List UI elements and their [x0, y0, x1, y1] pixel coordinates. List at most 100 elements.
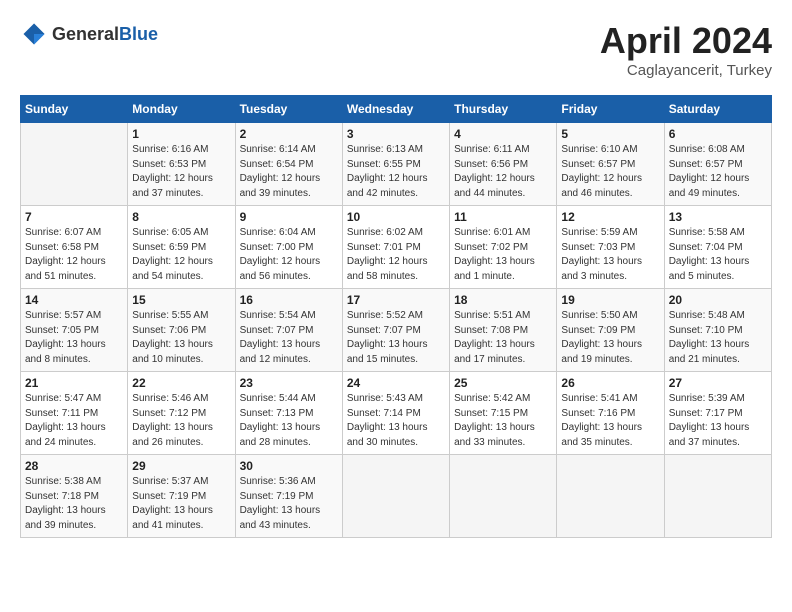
- day-info: Sunrise: 6:01 AM Sunset: 7:02 PM Dayligh…: [454, 226, 552, 284]
- day-info: Sunrise: 5:57 AM Sunset: 7:05 PM Dayligh…: [25, 309, 123, 367]
- calendar-cell: 15 Sunrise: 5:55 AM Sunset: 7:06 PM Dayli…: [128, 289, 235, 372]
- calendar-cell: 28 Sunrise: 5:38 AM Sunset: 7:18 PM Dayli…: [21, 455, 128, 538]
- day-info: Sunrise: 6:14 AM Sunset: 6:54 PM Dayligh…: [240, 143, 338, 201]
- day-number: 17: [347, 293, 445, 307]
- day-info: Sunrise: 5:43 AM Sunset: 7:14 PM Dayligh…: [347, 392, 445, 450]
- weekday-header-cell: Tuesday: [235, 96, 342, 123]
- weekday-header-cell: Thursday: [450, 96, 557, 123]
- day-info: Sunrise: 5:55 AM Sunset: 7:06 PM Dayligh…: [132, 309, 230, 367]
- calendar-cell: 3Sunrise: 6:13 AM Sunset: 6:55 PM Daylig…: [342, 123, 449, 206]
- day-number: 3: [347, 127, 445, 141]
- day-info: Sunrise: 6:16 AM Sunset: 6:53 PM Dayligh…: [132, 143, 230, 201]
- calendar-cell: 23 Sunrise: 5:44 AM Sunset: 7:13 PM Dayli…: [235, 372, 342, 455]
- calendar-cell: 4 Sunrise: 6:11 AM Sunset: 6:56 PM Daylig…: [450, 123, 557, 206]
- calendar-week-row: 28 Sunrise: 5:38 AM Sunset: 7:18 PM Dayli…: [21, 455, 772, 538]
- day-number: 29: [132, 459, 230, 473]
- calendar-cell: 9Sunrise: 6:04 AM Sunset: 7:00 PM Daylig…: [235, 206, 342, 289]
- calendar-cell: 8Sunrise: 6:05 AM Sunset: 6:59 PM Daylig…: [128, 206, 235, 289]
- day-info: Sunrise: 5:51 AM Sunset: 7:08 PM Dayligh…: [454, 309, 552, 367]
- calendar-cell: 5 Sunrise: 6:10 AM Sunset: 6:57 PM Daylig…: [557, 123, 664, 206]
- day-number: 13: [669, 210, 767, 224]
- day-info: Sunrise: 5:37 AM Sunset: 7:19 PM Dayligh…: [132, 475, 230, 533]
- day-number: 4: [454, 127, 552, 141]
- day-number: 21: [25, 376, 123, 390]
- day-info: Sunrise: 5:46 AM Sunset: 7:12 PM Dayligh…: [132, 392, 230, 450]
- day-number: 22: [132, 376, 230, 390]
- calendar-cell: 13 Sunrise: 5:58 AM Sunset: 7:04 PM Dayli…: [664, 206, 771, 289]
- day-info: Sunrise: 5:38 AM Sunset: 7:18 PM Dayligh…: [25, 475, 123, 533]
- day-number: 11: [454, 210, 552, 224]
- calendar-cell: 25Sunrise: 5:42 AM Sunset: 7:15 PM Dayli…: [450, 372, 557, 455]
- logo-text-general: General: [52, 24, 119, 44]
- calendar-cell: [557, 455, 664, 538]
- day-info: Sunrise: 5:41 AM Sunset: 7:16 PM Dayligh…: [561, 392, 659, 450]
- calendar-cell: 19Sunrise: 5:50 AM Sunset: 7:09 PM Dayli…: [557, 289, 664, 372]
- day-info: Sunrise: 5:44 AM Sunset: 7:13 PM Dayligh…: [240, 392, 338, 450]
- day-number: 5: [561, 127, 659, 141]
- day-number: 16: [240, 293, 338, 307]
- calendar-cell: 22 Sunrise: 5:46 AM Sunset: 7:12 PM Dayli…: [128, 372, 235, 455]
- day-number: 1: [132, 127, 230, 141]
- day-info: Sunrise: 6:04 AM Sunset: 7:00 PM Dayligh…: [240, 226, 338, 284]
- day-info: Sunrise: 5:36 AM Sunset: 7:19 PM Dayligh…: [240, 475, 338, 533]
- calendar-cell: 2 Sunrise: 6:14 AM Sunset: 6:54 PM Daylig…: [235, 123, 342, 206]
- calendar-cell: 20 Sunrise: 5:48 AM Sunset: 7:10 PM Dayli…: [664, 289, 771, 372]
- day-info: Sunrise: 5:48 AM Sunset: 7:10 PM Dayligh…: [669, 309, 767, 367]
- calendar-week-row: 7Sunrise: 6:07 AM Sunset: 6:58 PM Daylig…: [21, 206, 772, 289]
- calendar-cell: 24 Sunrise: 5:43 AM Sunset: 7:14 PM Dayli…: [342, 372, 449, 455]
- day-number: 26: [561, 376, 659, 390]
- day-number: 24: [347, 376, 445, 390]
- weekday-header-cell: Wednesday: [342, 96, 449, 123]
- calendar-cell: 11 Sunrise: 6:01 AM Sunset: 7:02 PM Dayli…: [450, 206, 557, 289]
- day-number: 6: [669, 127, 767, 141]
- calendar-cell: 1 Sunrise: 6:16 AM Sunset: 6:53 PM Daylig…: [128, 123, 235, 206]
- day-number: 28: [25, 459, 123, 473]
- calendar-week-row: 1 Sunrise: 6:16 AM Sunset: 6:53 PM Daylig…: [21, 123, 772, 206]
- day-number: 19: [561, 293, 659, 307]
- weekday-header-cell: Saturday: [664, 96, 771, 123]
- calendar-cell: [450, 455, 557, 538]
- day-number: 14: [25, 293, 123, 307]
- calendar-cell: 16 Sunrise: 5:54 AM Sunset: 7:07 PM Dayli…: [235, 289, 342, 372]
- weekday-header-cell: Sunday: [21, 96, 128, 123]
- logo-text-blue: Blue: [119, 24, 158, 44]
- calendar-cell: 27 Sunrise: 5:39 AM Sunset: 7:17 PM Dayli…: [664, 372, 771, 455]
- calendar-cell: 14 Sunrise: 5:57 AM Sunset: 7:05 PM Dayli…: [21, 289, 128, 372]
- calendar-body: 1 Sunrise: 6:16 AM Sunset: 6:53 PM Daylig…: [21, 123, 772, 538]
- title-area: April 2024 Caglayancerit, Turkey: [600, 20, 772, 79]
- day-number: 23: [240, 376, 338, 390]
- day-info: Sunrise: 5:59 AM Sunset: 7:03 PM Dayligh…: [561, 226, 659, 284]
- day-info: Sunrise: 5:52 AM Sunset: 7:07 PM Dayligh…: [347, 309, 445, 367]
- day-info: Sunrise: 6:10 AM Sunset: 6:57 PM Dayligh…: [561, 143, 659, 201]
- day-info: Sunrise: 5:47 AM Sunset: 7:11 PM Dayligh…: [25, 392, 123, 450]
- day-number: 10: [347, 210, 445, 224]
- logo: GeneralBlue: [20, 20, 158, 48]
- day-number: 20: [669, 293, 767, 307]
- day-info: Sunrise: 5:42 AM Sunset: 7:15 PM Dayligh…: [454, 392, 552, 450]
- day-number: 8: [132, 210, 230, 224]
- calendar-title: April 2024: [600, 20, 772, 62]
- day-info: Sunrise: 6:07 AM Sunset: 6:58 PM Dayligh…: [25, 226, 123, 284]
- calendar-week-row: 14 Sunrise: 5:57 AM Sunset: 7:05 PM Dayli…: [21, 289, 772, 372]
- day-number: 27: [669, 376, 767, 390]
- day-info: Sunrise: 6:11 AM Sunset: 6:56 PM Dayligh…: [454, 143, 552, 201]
- calendar-subtitle: Caglayancerit, Turkey: [600, 62, 772, 79]
- day-number: 15: [132, 293, 230, 307]
- calendar-cell: 17 Sunrise: 5:52 AM Sunset: 7:07 PM Dayli…: [342, 289, 449, 372]
- day-info: Sunrise: 5:58 AM Sunset: 7:04 PM Dayligh…: [669, 226, 767, 284]
- day-number: 12: [561, 210, 659, 224]
- day-info: Sunrise: 6:02 AM Sunset: 7:01 PM Dayligh…: [347, 226, 445, 284]
- calendar-cell: 10 Sunrise: 6:02 AM Sunset: 7:01 PM Dayli…: [342, 206, 449, 289]
- calendar-cell: 18Sunrise: 5:51 AM Sunset: 7:08 PM Dayli…: [450, 289, 557, 372]
- calendar-cell: [342, 455, 449, 538]
- calendar-cell: [664, 455, 771, 538]
- day-info: Sunrise: 5:39 AM Sunset: 7:17 PM Dayligh…: [669, 392, 767, 450]
- calendar-cell: 29 Sunrise: 5:37 AM Sunset: 7:19 PM Dayli…: [128, 455, 235, 538]
- day-info: Sunrise: 5:54 AM Sunset: 7:07 PM Dayligh…: [240, 309, 338, 367]
- calendar-cell: 6 Sunrise: 6:08 AM Sunset: 6:57 PM Daylig…: [664, 123, 771, 206]
- calendar-cell: 12 Sunrise: 5:59 AM Sunset: 7:03 PM Dayli…: [557, 206, 664, 289]
- day-info: Sunrise: 6:08 AM Sunset: 6:57 PM Dayligh…: [669, 143, 767, 201]
- day-number: 2: [240, 127, 338, 141]
- weekday-header-cell: Monday: [128, 96, 235, 123]
- calendar-week-row: 21 Sunrise: 5:47 AM Sunset: 7:11 PM Dayli…: [21, 372, 772, 455]
